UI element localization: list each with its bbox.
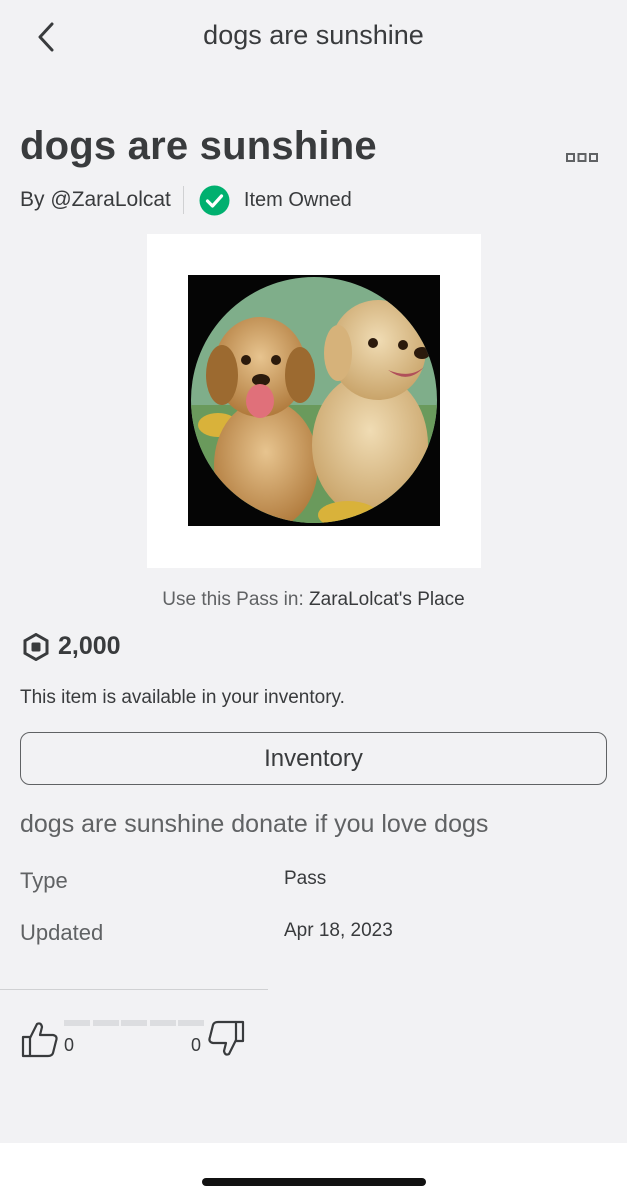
inventory-button[interactable]: Inventory [20, 732, 607, 785]
byline-divider [182, 186, 184, 214]
creator-link[interactable]: @ZaraLolcat [50, 188, 171, 211]
type-value: Pass [284, 868, 327, 889]
top-navigation-bar: dogs are sunshine [0, 0, 627, 78]
item-details-page: dogs are sunshine dogs are sunshine By @… [0, 0, 627, 1200]
thumbs-down-icon [208, 1020, 245, 1056]
vote-bar-segment [92, 1020, 119, 1026]
item-thumbnail-image [188, 275, 440, 526]
by-prefix: By [20, 188, 45, 211]
section-divider [0, 989, 268, 990]
item-description: dogs are sunshine donate if you love dog… [20, 810, 489, 838]
updated-label: Updated [20, 920, 104, 945]
vote-ratio-bar [64, 1020, 204, 1026]
upvote-count: 0 [64, 1035, 75, 1055]
more-options-button[interactable] [566, 151, 598, 163]
downvote-button[interactable] [206, 1019, 246, 1059]
creator-label: By @ZaraLolcat [20, 188, 171, 212]
creator-byline: By @ZaraLolcat Item Owned [20, 184, 352, 216]
price: 2,000 [22, 632, 121, 661]
item-thumbnail-card [147, 234, 481, 568]
vote-bar-segment [149, 1020, 176, 1026]
vote-bar-segment [178, 1020, 204, 1026]
page-title: dogs are sunshine [20, 124, 377, 168]
thumbs-up-icon [21, 1022, 58, 1058]
home-indicator[interactable] [202, 1178, 426, 1186]
updated-value: Apr 18, 2023 [284, 920, 393, 941]
owned-status: Item Owned [243, 188, 352, 211]
use-pass-in-text: Use this Pass in: ZaraLolcat's Place [0, 589, 627, 611]
type-label: Type [20, 868, 68, 893]
vote-bar-segment [64, 1020, 90, 1026]
availability-text: This item is available in your inventory… [20, 687, 345, 708]
upvote-button[interactable] [20, 1019, 60, 1059]
vote-bar-segment [121, 1020, 147, 1026]
use-pass-prefix: Use this Pass in: [162, 589, 304, 610]
checkmark-circle-icon [199, 185, 230, 215]
place-link[interactable]: ZaraLolcat's Place [309, 589, 465, 610]
bottom-safe-area [0, 1143, 627, 1200]
price-value: 2,000 [58, 632, 121, 660]
more-options-icon [566, 153, 598, 162]
robux-icon [23, 632, 49, 661]
downvote-count: 0 [191, 1035, 202, 1055]
nav-title: dogs are sunshine [203, 20, 424, 50]
